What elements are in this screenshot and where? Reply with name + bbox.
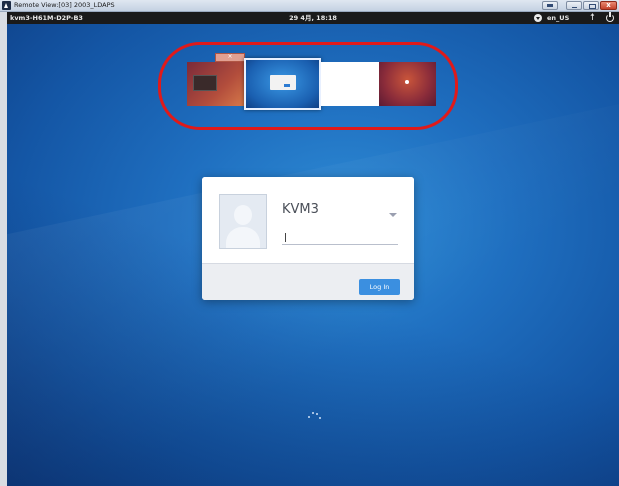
- clock[interactable]: 29 4月, 18:18: [7, 12, 619, 24]
- window-thumbnail: [193, 75, 217, 91]
- text-caret: [285, 233, 286, 242]
- language-indicator[interactable]: en_US: [547, 12, 569, 24]
- workspace-switcher: ×: [158, 53, 437, 117]
- login-dialog-thumbnail: [270, 75, 296, 90]
- toolbar-toggle-button[interactable]: [542, 1, 558, 10]
- workspace-thumbnail-4[interactable]: [379, 62, 436, 106]
- minimize-button[interactable]: [566, 1, 582, 10]
- power-icon[interactable]: [606, 12, 614, 22]
- avatar-body: [226, 227, 260, 248]
- login-dialog: KVM3 Log In: [202, 177, 414, 300]
- workspace-thumbnail-2-active[interactable]: [244, 58, 321, 110]
- loading-spinner: [308, 412, 322, 420]
- top-panel: kvm3-H61M-D2P-B3 29 4月, 18:18 en_US ☨: [7, 12, 619, 24]
- login-button[interactable]: Log In: [359, 279, 400, 295]
- window-title: Remote View:[03] 2003_LDAPS: [14, 1, 115, 9]
- avatar-head: [234, 205, 252, 225]
- password-input[interactable]: [282, 229, 398, 245]
- username-label: KVM3: [282, 202, 319, 217]
- avatar: [219, 194, 267, 249]
- workspace-thumbnail-3[interactable]: [321, 62, 379, 106]
- chevron-down-icon[interactable]: [389, 213, 397, 217]
- system-menu-icon[interactable]: [534, 14, 542, 22]
- maximize-button[interactable]: [583, 1, 599, 10]
- close-button[interactable]: x: [600, 1, 617, 10]
- close-icon[interactable]: ×: [215, 53, 245, 62]
- accessibility-icon[interactable]: ☨: [590, 12, 595, 24]
- app-icon: [2, 1, 11, 10]
- window-titlebar: Remote View:[03] 2003_LDAPS x: [0, 0, 619, 12]
- workspace-thumbnail-1[interactable]: ×: [187, 53, 245, 106]
